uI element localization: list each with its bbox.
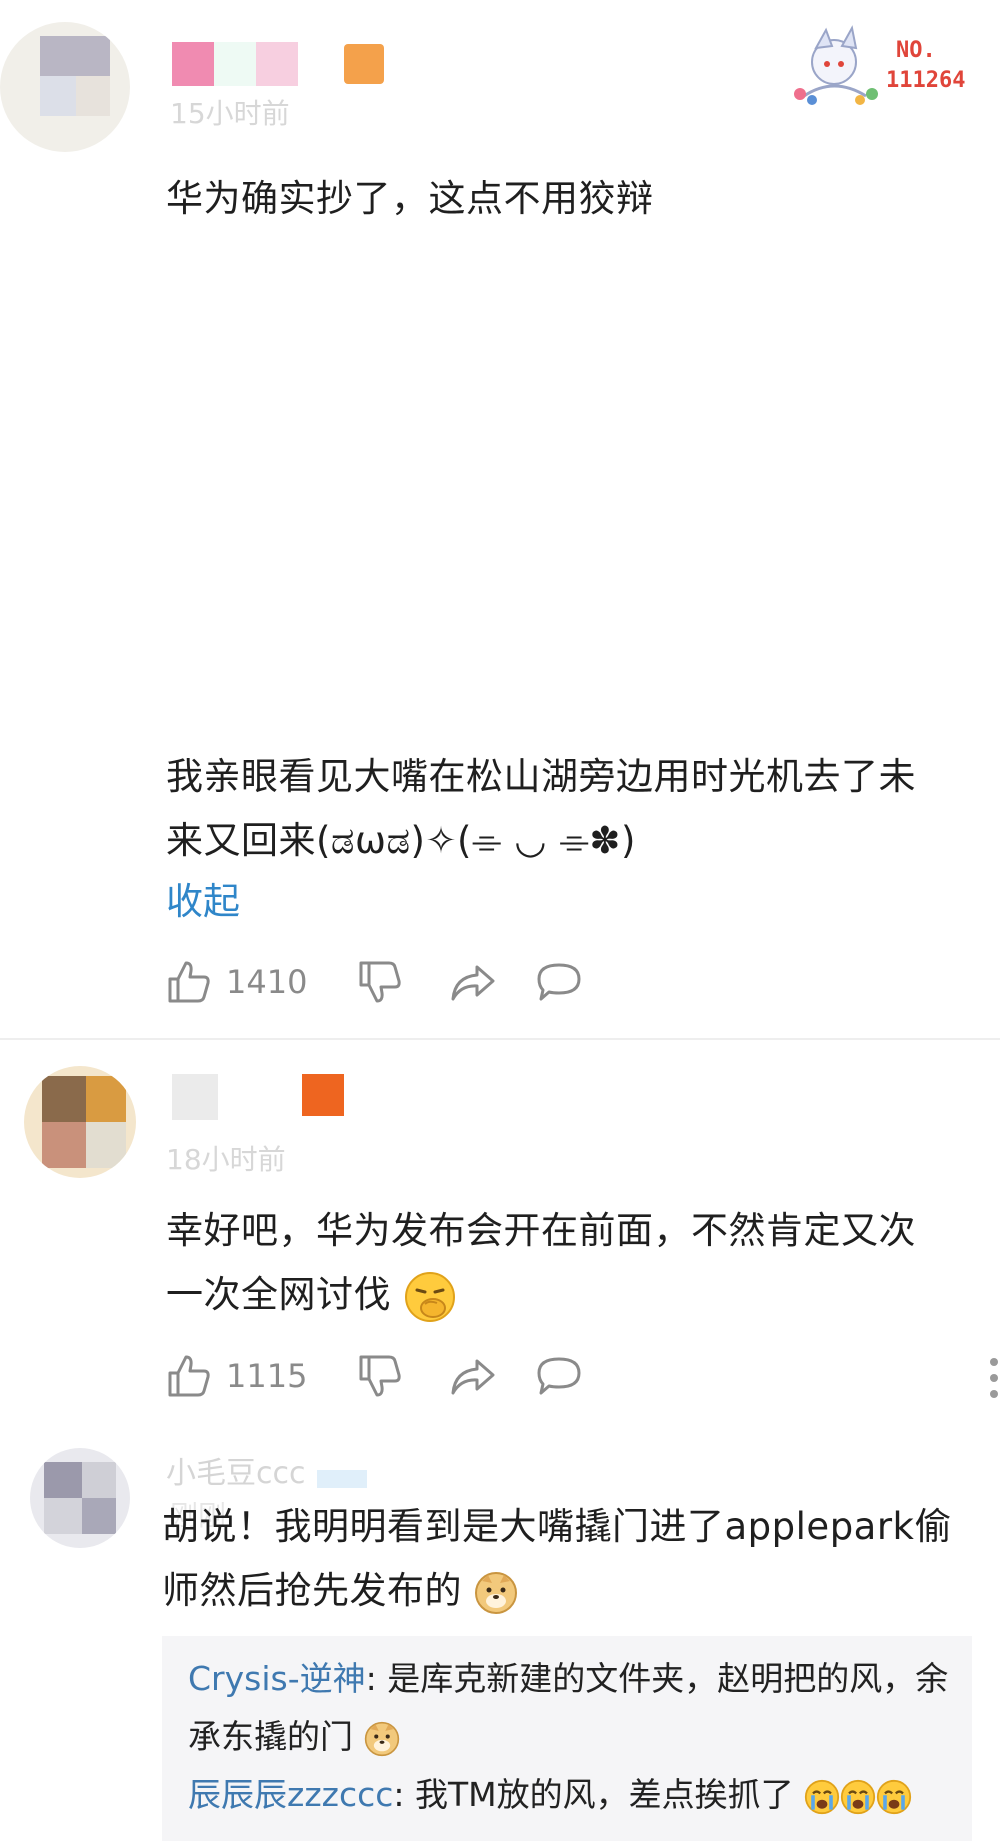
like-button[interactable]: 1410 (166, 959, 307, 1005)
like-button[interactable]: 1115 (166, 1353, 307, 1399)
comment-icon (537, 963, 581, 1001)
comment-text-line: 师然后抢先发布的 (162, 1558, 518, 1623)
emoji-crying-icon (877, 1779, 912, 1814)
share-button[interactable] (449, 959, 497, 1005)
comment-text-line: 幸好吧，华为发布会开在前面，不然肯定又次 (166, 1209, 916, 1252)
thumbs-down-icon (359, 1355, 402, 1397)
level-badge (344, 44, 384, 84)
reply-username[interactable]: 辰辰辰zzzccc (188, 1775, 393, 1814)
thumbs-down-icon (359, 961, 402, 1003)
comment-text-line: 胡说！我明明看到是大嘴撬门进了applepark偷 (162, 1505, 952, 1548)
comment-text-line: 一次全网讨伐 (166, 1262, 457, 1327)
replies-box[interactable]: Crysis-逆神: 是库克新建的文件夹，赵明把的风，余 承东撬的门 辰辰辰zz… (162, 1636, 972, 1841)
comment-actions: 1410 (166, 952, 583, 1012)
username-blurred[interactable] (172, 1074, 218, 1120)
reply-item[interactable]: Crysis-逆神: 是库克新建的文件夹，赵明把的风，余 (188, 1650, 968, 1708)
emoji-doge-icon (364, 1721, 399, 1756)
emoji-crying-icon (805, 1779, 840, 1814)
thumbs-up-icon (168, 961, 210, 1003)
reply-item-continued: 承东撬的门 (188, 1708, 400, 1766)
vip-badge (316, 1469, 367, 1488)
comment-text: 华为确实抄了，这点不用狡辩 (166, 177, 654, 220)
comment-time: 15小时前 (170, 97, 290, 130)
comment-header: 小毛豆ccc (166, 1448, 367, 1492)
reply-username[interactable]: Crysis-逆神 (188, 1659, 366, 1698)
comment-text: 一次全网讨伐 (166, 1273, 391, 1316)
username[interactable]: 小毛豆ccc (166, 1456, 305, 1491)
comment-text-line: 来又回来(ಡωಡ)✧(⌯ ◡ ⌯✽) (166, 819, 636, 862)
badge-line1: NO. (896, 38, 936, 63)
share-icon (451, 1359, 495, 1395)
reply-text: 承东撬的门 (188, 1717, 353, 1756)
thumbs-up-icon (168, 1355, 210, 1397)
share-icon (451, 965, 495, 1001)
comment-text-line: 我亲眼看见大嘴在松山湖旁边用时光机去了未 (166, 755, 916, 798)
badge-number: 111264 (886, 68, 966, 93)
reply-item[interactable]: 辰辰辰zzzccc: 我TM放的风，差点挨抓了 (188, 1766, 912, 1824)
comment-actions: 1115 (166, 1346, 583, 1406)
comment-text: 师然后抢先发布的 (162, 1569, 462, 1612)
anime-character-icon (794, 25, 878, 105)
level-badge (302, 1074, 344, 1116)
divider (0, 1038, 1000, 1040)
like-count: 1410 (226, 963, 308, 1001)
comment-time: 18小时前 (166, 1143, 286, 1176)
dislike-button[interactable] (357, 959, 403, 1005)
emoji-crying-icon (841, 1779, 876, 1814)
avatar[interactable] (24, 1066, 136, 1178)
dislike-button[interactable] (357, 1353, 403, 1399)
more-button[interactable] (988, 1356, 1000, 1400)
reply-separator: : (365, 1659, 388, 1698)
collapse-link[interactable]: 收起 (166, 872, 240, 932)
reply-separator: : (393, 1775, 416, 1814)
reply-text: 是库克新建的文件夹，赵明把的风，余 (387, 1659, 949, 1698)
reply-button[interactable] (535, 1353, 583, 1399)
more-icon (990, 1358, 998, 1398)
reply-text: 我TM放的风，差点挨抓了 (415, 1775, 794, 1814)
like-count: 1115 (226, 1357, 308, 1395)
reply-button[interactable] (535, 959, 583, 1005)
fan-badge: NO. 111264 (786, 24, 986, 108)
emoji-doge-icon (475, 1571, 518, 1614)
share-button[interactable] (449, 1353, 497, 1399)
avatar[interactable] (0, 22, 130, 152)
avatar[interactable] (30, 1448, 130, 1548)
emoji-covering-mouth-icon (405, 1271, 456, 1322)
comment-icon (537, 1357, 581, 1395)
